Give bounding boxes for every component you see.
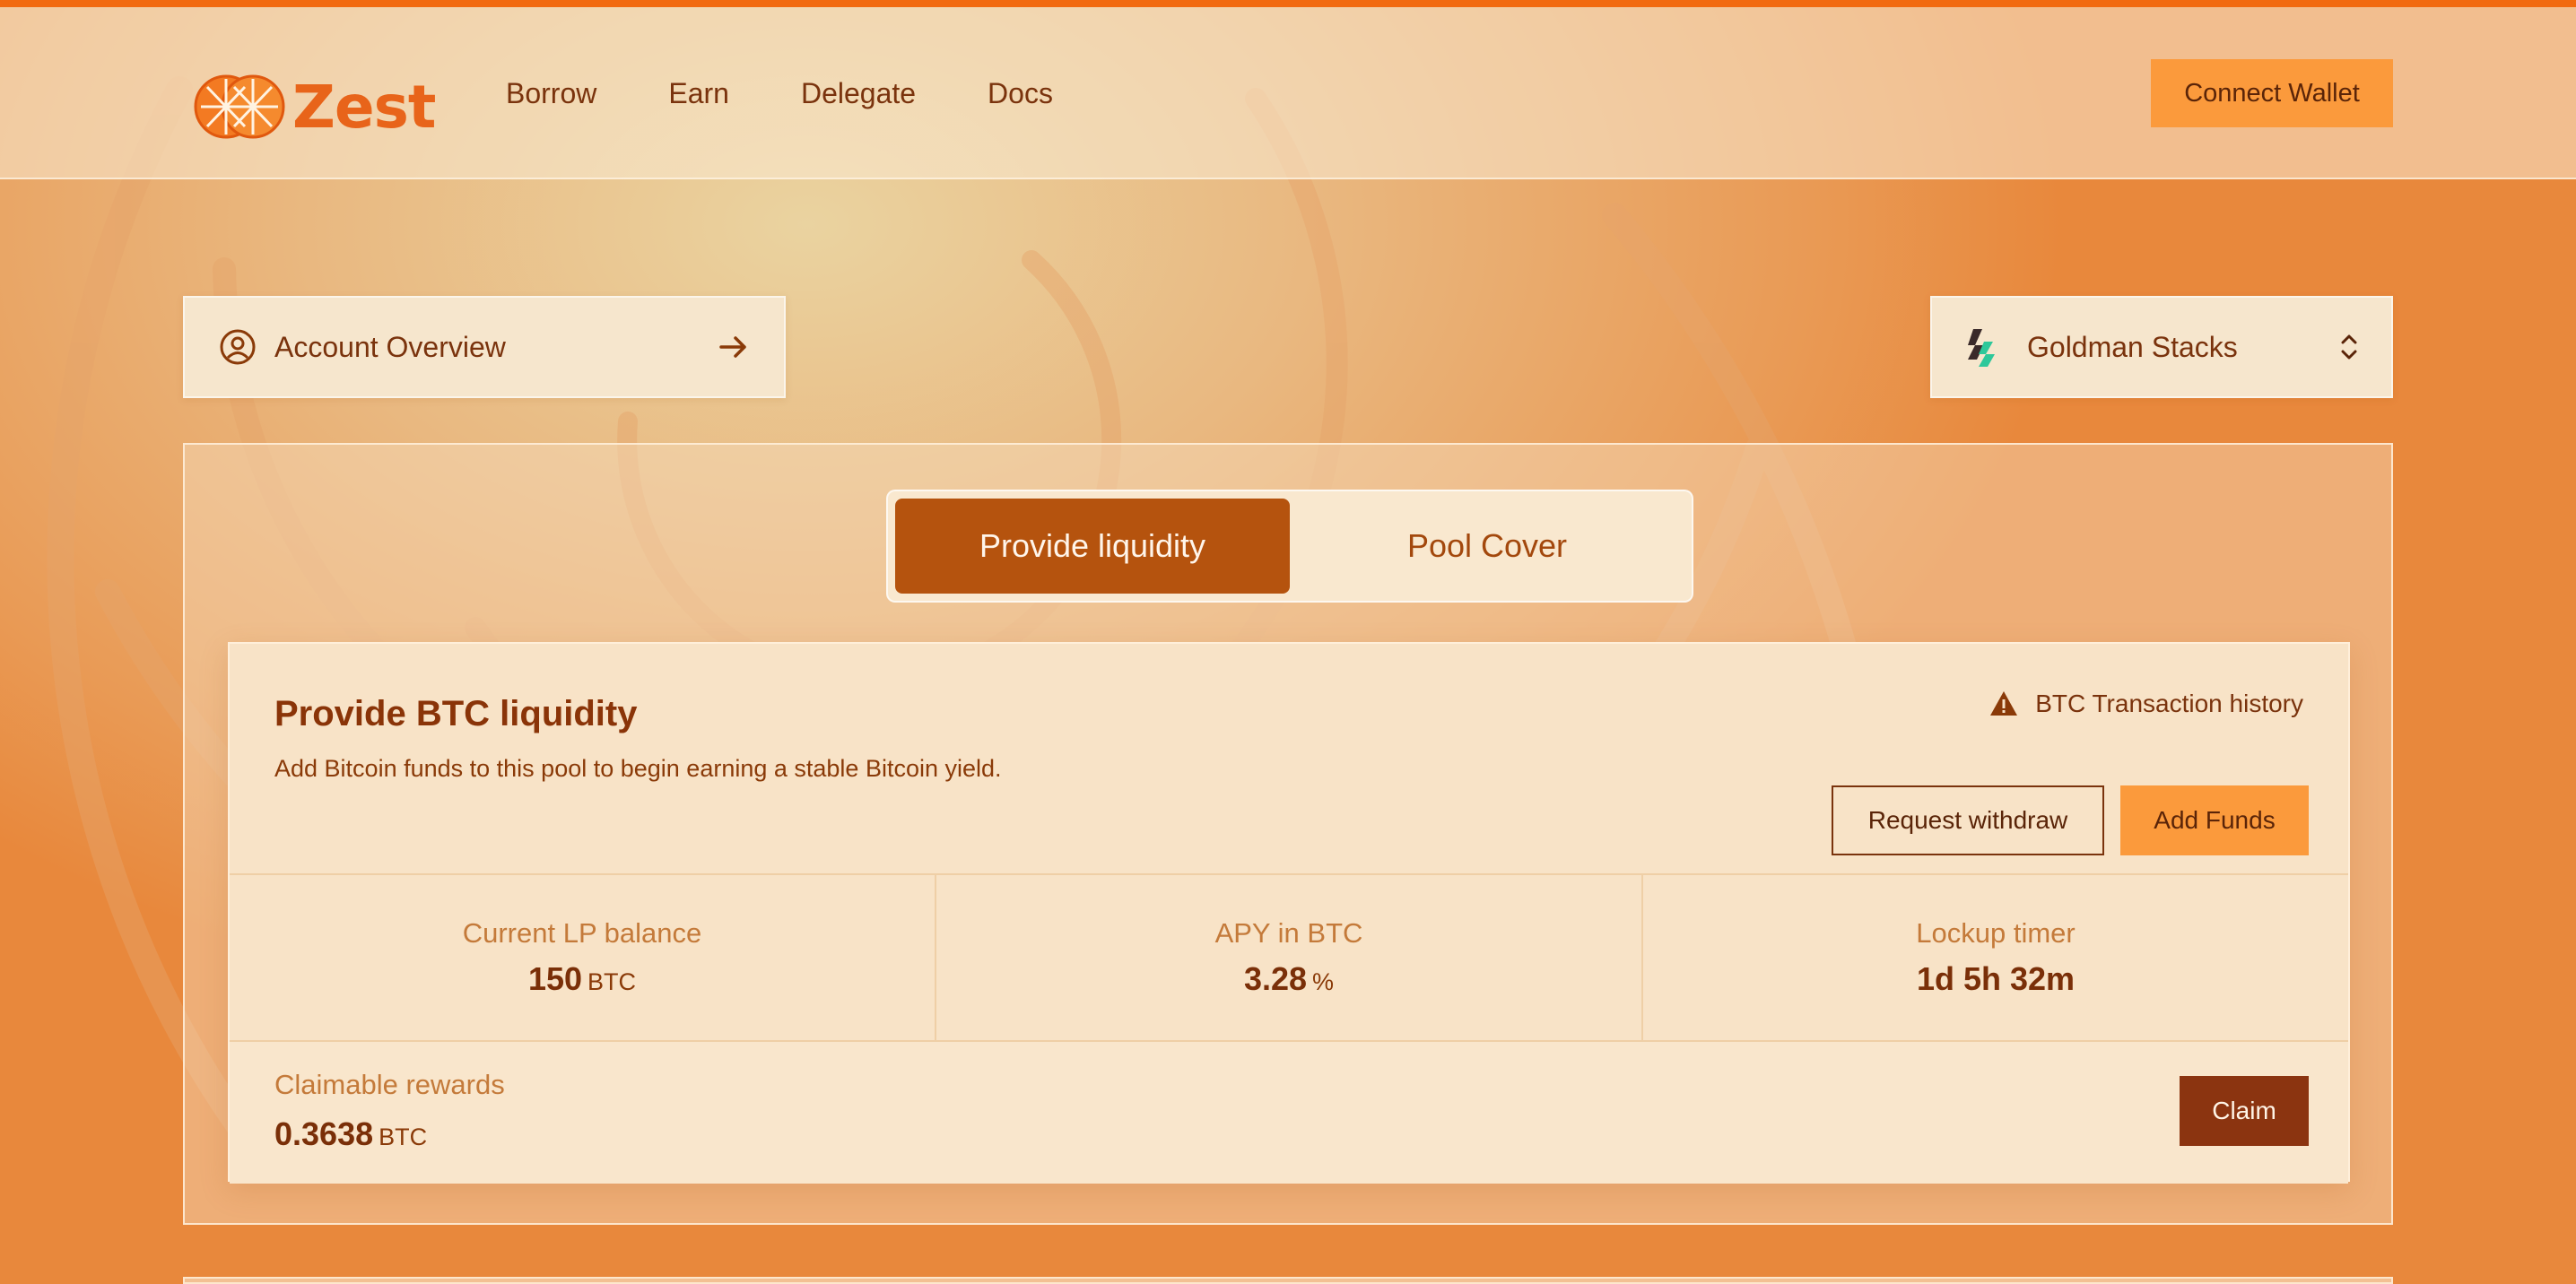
request-withdraw-button[interactable]: Request withdraw: [1832, 785, 2104, 855]
connect-wallet-button[interactable]: Connect Wallet: [2151, 59, 2393, 127]
stat-label: Current LP balance: [462, 917, 702, 949]
warning-icon: [1990, 691, 2018, 716]
nav-borrow[interactable]: Borrow: [506, 77, 596, 110]
orange-slices-icon: [194, 74, 285, 139]
arrow-right-icon: [719, 336, 746, 358]
card-header: Provide BTC liquidity Add Bitcoin funds …: [230, 644, 2348, 875]
main-nav: Borrow Earn Delegate Docs: [506, 77, 1053, 110]
tab-provide-liquidity[interactable]: Provide liquidity: [895, 499, 1290, 594]
account-overview-link[interactable]: Account Overview: [183, 296, 786, 398]
site-header: Zest Borrow Earn Delegate Docs Connect W…: [0, 7, 2576, 179]
chevron-up-down-icon: [2341, 334, 2357, 360]
rewards-number: 0.3638: [274, 1115, 374, 1152]
stat-value: 150 BTC: [528, 960, 636, 998]
zest-logo[interactable]: Zest: [192, 59, 436, 154]
stats-row: Current LP balance 150 BTC APY in BTC 3.2…: [230, 875, 2348, 1042]
nav-docs[interactable]: Docs: [988, 77, 1053, 110]
stat-lp-balance: Current LP balance 150 BTC: [230, 875, 936, 1040]
tab-pool-cover[interactable]: Pool Cover: [1290, 499, 1684, 594]
stat-number: 3.28: [1243, 960, 1308, 997]
account-overview-label: Account Overview: [274, 330, 506, 363]
pool-select[interactable]: Goldman Stacks: [1930, 296, 2393, 398]
stat-apy: APY in BTC 3.28%: [936, 875, 1643, 1040]
stat-unit: BTC: [587, 968, 637, 995]
goldman-stacks-icon: [1968, 329, 1995, 367]
card-subtitle: Add Bitcoin funds to this pool to begin …: [274, 755, 1002, 782]
stat-number: 150: [527, 960, 583, 997]
stat-lockup-timer: Lockup timer 1d 5h 32m: [1643, 875, 2348, 1040]
stat-label: APY in BTC: [1214, 917, 1363, 949]
stat-number: 1d 5h 32m: [1916, 960, 2076, 997]
transaction-history-link[interactable]: BTC Transaction history: [1989, 689, 2303, 719]
rewards-value: 0.3638 BTC: [274, 1115, 427, 1153]
liquidity-panel: Provide liquidity Pool Cover Provide BTC…: [183, 443, 2393, 1225]
next-section-edge: [183, 1277, 2393, 1284]
transaction-history-label: BTC Transaction history: [2035, 690, 2303, 717]
user-circle-icon: [220, 329, 256, 365]
card-title: Provide BTC liquidity: [274, 694, 638, 733]
tab-bar: Provide liquidity Pool Cover: [886, 490, 1693, 603]
nav-earn[interactable]: Earn: [668, 77, 729, 110]
stat-value: 1d 5h 32m: [1917, 960, 2075, 998]
top-accent-bar: [0, 0, 2576, 7]
provide-liquidity-card: Provide BTC liquidity Add Bitcoin funds …: [228, 642, 2350, 1184]
stat-value: 3.28%: [1244, 960, 1334, 998]
rewards-label: Claimable rewards: [274, 1069, 505, 1100]
stat-label: Lockup timer: [1916, 917, 2076, 949]
pool-select-value: Goldman Stacks: [2027, 330, 2238, 363]
brand-name: Zest: [292, 72, 436, 142]
add-funds-button[interactable]: Add Funds: [2120, 785, 2309, 855]
stat-unit: %: [1312, 968, 1335, 995]
claimable-rewards-row: Claimable rewards 0.3638 BTC Claim: [230, 1042, 2348, 1184]
nav-delegate[interactable]: Delegate: [801, 77, 916, 110]
rewards-unit: BTC: [379, 1124, 428, 1150]
claim-button[interactable]: Claim: [2180, 1076, 2309, 1146]
